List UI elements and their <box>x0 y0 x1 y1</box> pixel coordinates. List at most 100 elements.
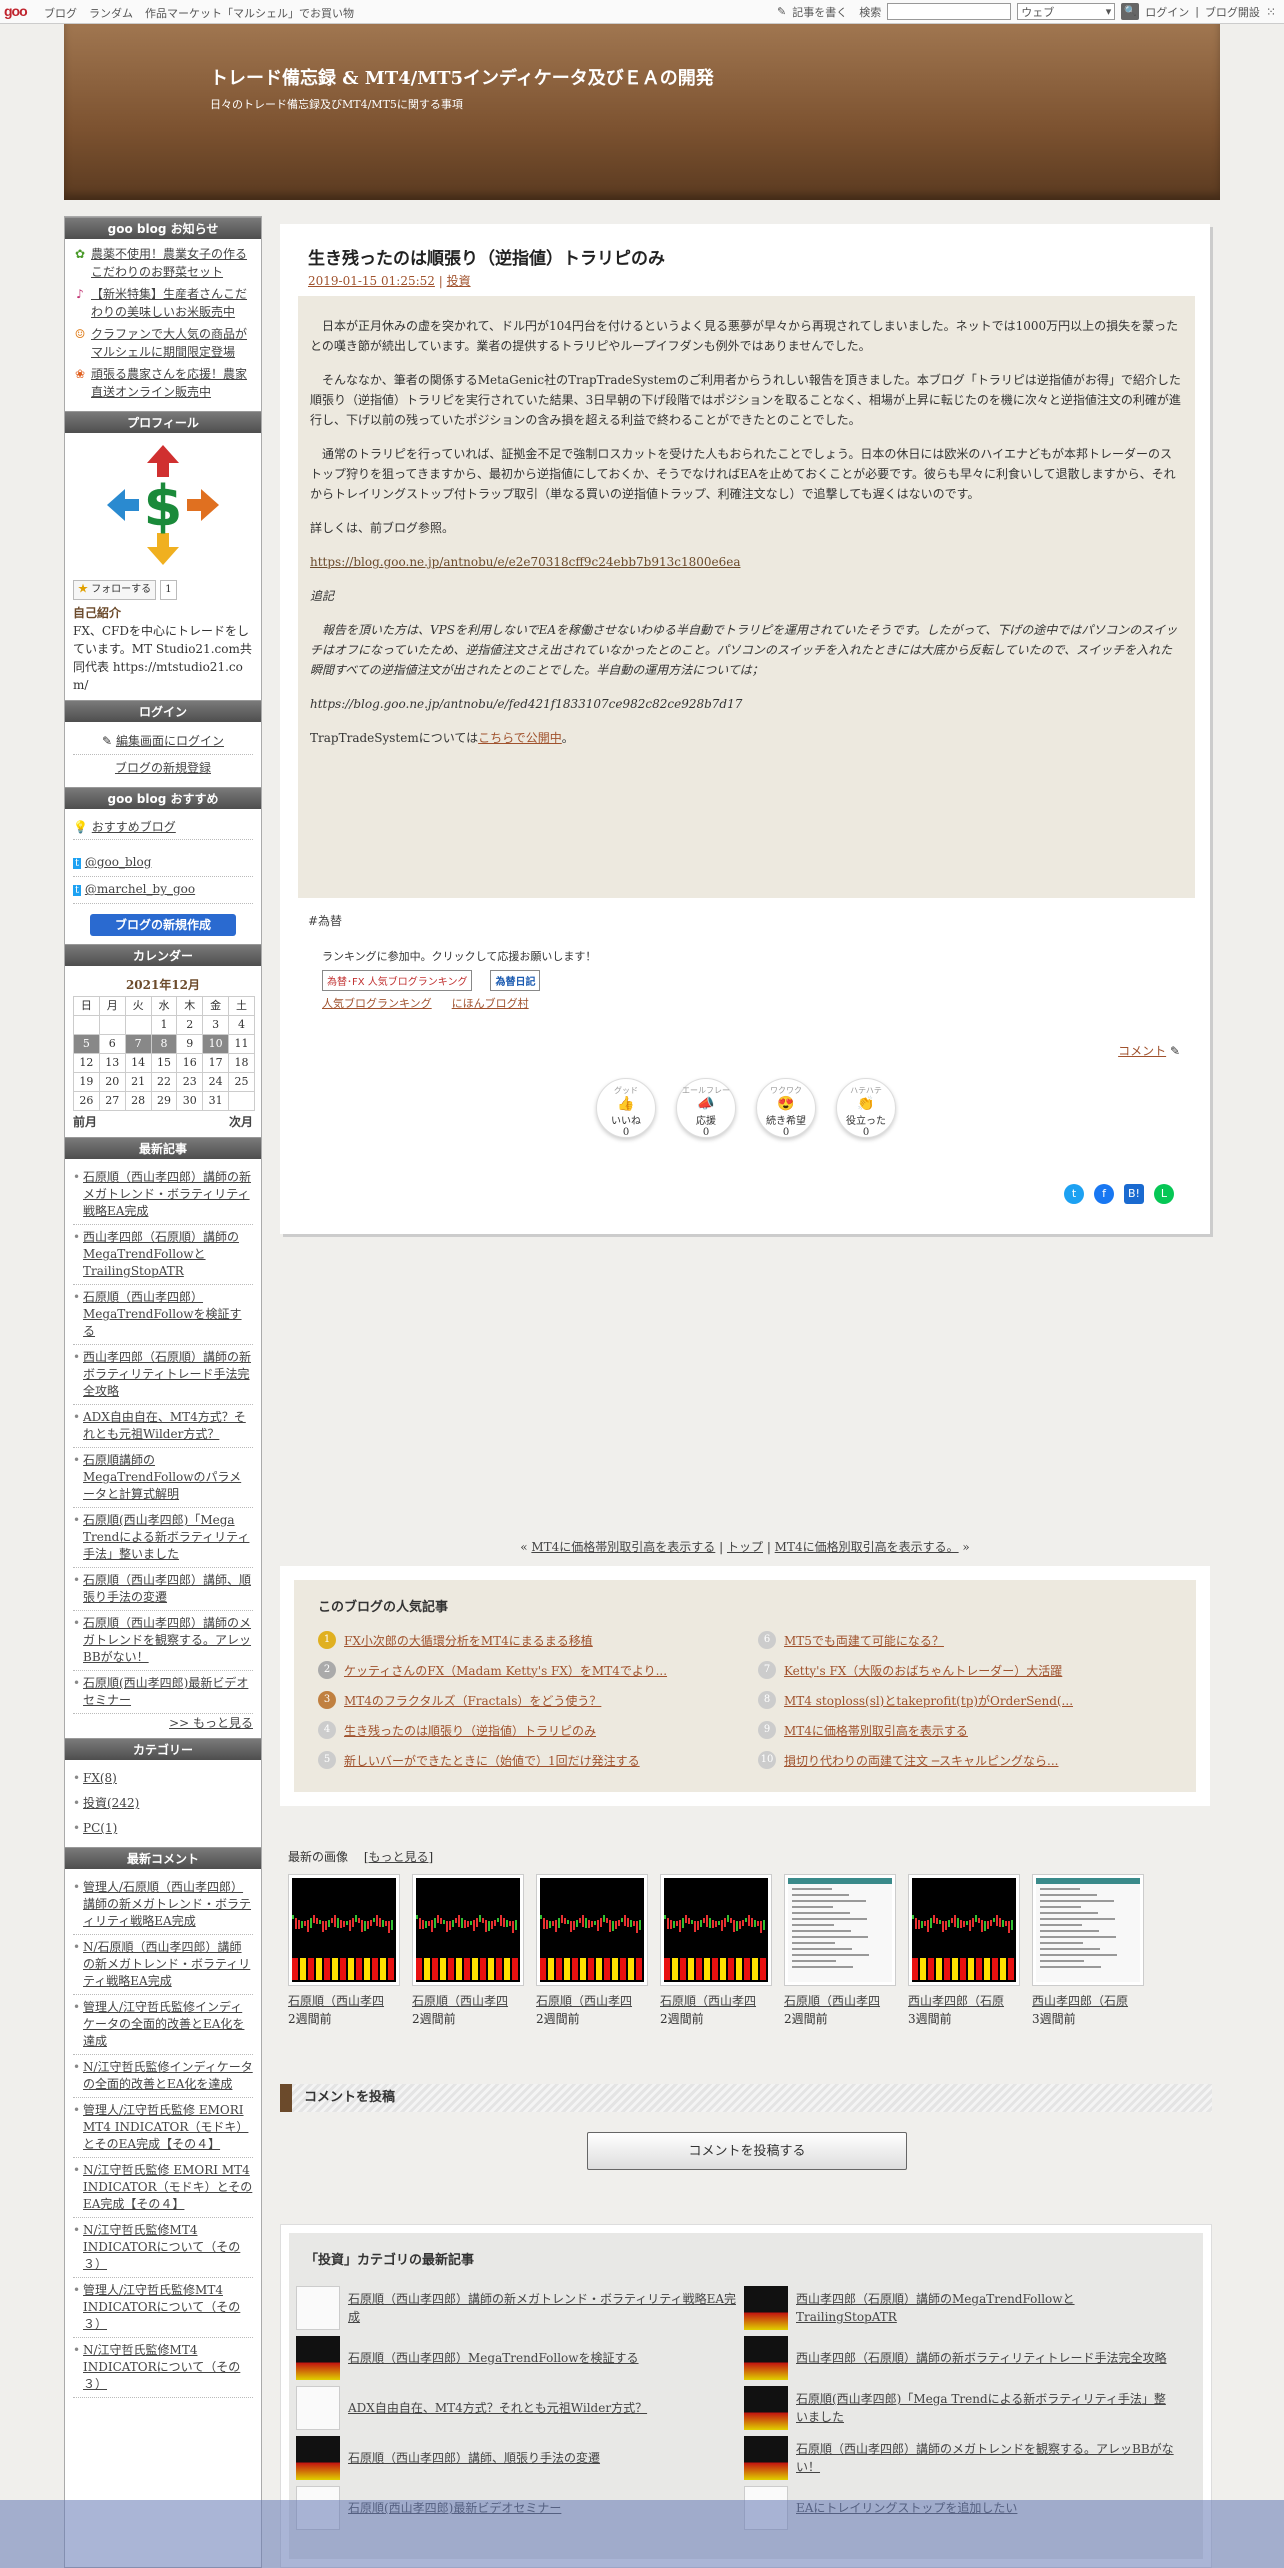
calendar-day-link[interactable]: 8 <box>150 1034 178 1054</box>
more-recent-link[interactable]: >> もっと見る <box>169 1716 253 1730</box>
image-caption-link[interactable]: 西山孝四郎（石原 <box>1032 1994 1128 2008</box>
twitter-share-icon[interactable]: t <box>1064 1184 1084 1204</box>
notice-link[interactable]: 頑張る農家さんを応援！農家直送オンライン販売中 <box>91 365 253 401</box>
reaction-cheer-button[interactable]: エールフレー 📣 応援 0 <box>676 1078 736 1138</box>
image-thumbnail[interactable] <box>1032 1874 1144 1986</box>
category-article-item[interactable]: 石原順（西山孝四郎）講師のメガトレンドを観察する。アレッBBがない！ <box>744 2436 1174 2480</box>
twitter-marchel-link[interactable]: @marchel_by_goo <box>85 882 195 896</box>
image-caption-link[interactable]: 石原順（西山孝四 <box>660 1994 756 2008</box>
notice-link[interactable]: 【新米特集】生産者さんこだわりの美味しいお米販売中 <box>91 285 253 321</box>
popular-link[interactable]: ケッティさんのFX（Madam Ketty's FX）をMT4でより... <box>344 1662 667 1679</box>
popular-link[interactable]: 損切り代わりの両建て注文 ─スキャルピングなら... <box>784 1752 1058 1769</box>
popular-link[interactable]: MT4 stoploss(sl)とtakeprofit(tp)がOrderSen… <box>784 1692 1073 1709</box>
popular-link[interactable]: MT5でも両建て可能になる？ <box>784 1632 944 1649</box>
popular-link[interactable]: MT4に価格帯別取引高を表示する <box>784 1722 968 1739</box>
category-article-item[interactable]: 石原順（西山孝四郎）MegaTrendFollowを検証する <box>296 2336 736 2380</box>
nav-marchel[interactable]: 作品マーケット「マルシェル」でお買い物 <box>145 5 354 21</box>
image-thumbnail[interactable] <box>536 1874 648 1986</box>
recent-link[interactable]: 石原順（西山孝四郎）講師のメガトレンドを観察する。アレッBBがない！ <box>83 1616 251 1664</box>
category-article-link[interactable]: 石原順（西山孝四郎）MegaTrendFollowを検証する <box>348 2349 639 2367</box>
recent-link[interactable]: 西山孝四郎（石原順）講師のMegaTrendFollowとTrailingSto… <box>83 1230 239 1278</box>
recent-link[interactable]: 石原順講師のMegaTrendFollowのパラメータと計算式解明 <box>83 1453 241 1501</box>
images-more-link[interactable]: もっと見る <box>369 1850 429 1864</box>
recent-link[interactable]: 石原順(西山孝四郎)「Mega Trendによる新ボラティリティ手法」整いました <box>83 1513 249 1561</box>
popular-link[interactable]: FX小次郎の大循環分析をMT4にまるまる移植 <box>344 1632 593 1649</box>
category-article-item[interactable]: 西山孝四郎（石原順）講師の新ボラティリティトレード手法完全攻略 <box>744 2336 1174 2380</box>
popular-link[interactable]: Ketty's FX（大阪のおばちゃんトレーダー）大活躍 <box>784 1662 1062 1679</box>
article-date[interactable]: 2019-01-15 01:25:52 <box>308 274 435 288</box>
comment-link[interactable]: N/石原順（西山孝四郎）講師の新メガトレンド・ボラティリティ戦略EA完成 <box>83 1940 250 1988</box>
hashtag-link[interactable]: #為替 <box>308 914 342 928</box>
image-thumbnail[interactable] <box>288 1874 400 1986</box>
reference-link[interactable]: https://blog.goo.ne.jp/antnobu/e/e2e7031… <box>310 555 740 569</box>
nav-random[interactable]: ランダム <box>89 5 133 21</box>
image-thumbnail[interactable] <box>660 1874 772 1986</box>
image-thumbnail[interactable] <box>908 1874 1020 1986</box>
reaction-like-button[interactable]: グッド 👍 いいね 0 <box>596 1078 656 1138</box>
nav-blog[interactable]: ブログ <box>44 5 77 21</box>
recommend-link[interactable]: おすすめブログ <box>92 820 176 834</box>
reaction-more-button[interactable]: ワクワク 😍 続き希望 0 <box>756 1078 816 1138</box>
category-link[interactable]: PC(1) <box>83 1821 117 1835</box>
category-article-item[interactable]: 石原順（西山孝四郎）講師の新メガトレンド・ボラティリティ戦略EA完成 <box>296 2286 736 2330</box>
image-caption-link[interactable]: 石原順（西山孝四 <box>536 1994 632 2008</box>
top-link[interactable]: トップ <box>727 1540 763 1554</box>
comment-link[interactable]: 管理人/石原順（西山孝四郎）講師の新メガトレンド・ボラティリティ戦略EA完成 <box>83 1880 251 1928</box>
hatena-share-icon[interactable]: B! <box>1124 1184 1144 1204</box>
ranking-badge-fx[interactable]: 為替･FX 人気ブログランキング <box>322 970 473 991</box>
calendar-day-link[interactable]: 7 <box>124 1034 152 1054</box>
category-article-link[interactable]: 西山孝四郎（石原順）講師のMegaTrendFollowとTrailingSto… <box>796 2290 1174 2326</box>
search-scope-select[interactable]: ウェブ ▾ <box>1017 3 1116 20</box>
create-blog-button[interactable]: ブログの新規作成 <box>90 914 236 936</box>
image-thumbnail[interactable] <box>784 1874 896 1986</box>
goo-logo[interactable]: goo <box>4 3 28 19</box>
recent-link[interactable]: 石原順（西山孝四郎）講師の新メガトレンド・ボラティリティ戦略EA完成 <box>83 1170 251 1218</box>
traptrade-link[interactable]: こちらで公開中 <box>478 731 562 745</box>
reaction-useful-button[interactable]: ハテハテ 👏 役立った 0 <box>836 1078 896 1138</box>
comment-link[interactable]: N/江守哲氏監修インディケータの全面的改善とEA化を達成 <box>83 2060 253 2091</box>
comment-link[interactable]: N/江守哲氏監修MT4 INDICATORについて（その３） <box>83 2223 240 2271</box>
blog-title[interactable]: トレード備忘録 & MT4/MT5インディケータ及びＥＡの開発 <box>210 64 714 90</box>
image-caption-link[interactable]: 西山孝四郎（石原 <box>908 1994 1004 2008</box>
category-article-item[interactable]: 石原順（西山孝四郎）講師、順張り手法の変遷 <box>296 2436 736 2480</box>
category-article-link[interactable]: 石原順（西山孝四郎）講師のメガトレンドを観察する。アレッBBがない！ <box>796 2440 1174 2476</box>
comment-link[interactable]: 管理人/江守哲氏監修MT4 INDICATORについて（その３） <box>83 2283 240 2331</box>
calendar-day-link[interactable]: 5 <box>73 1034 100 1054</box>
next-month-link[interactable]: 次月 <box>229 1113 253 1131</box>
category-article-link[interactable]: 石原順（西山孝四郎）講師の新メガトレンド・ボラティリティ戦略EA完成 <box>348 2290 736 2326</box>
prev-month-link[interactable]: 前月 <box>73 1113 97 1131</box>
search-input[interactable] <box>887 3 1012 20</box>
popular-link[interactable]: 新しいバーができたときに（始値で）1回だけ発注する <box>344 1752 640 1769</box>
prev-article-link[interactable]: MT4に価格帯別取引高を表示する <box>531 1540 715 1554</box>
twitter-goo-link[interactable]: @goo_blog <box>85 855 152 869</box>
category-article-link[interactable]: 石原順（西山孝四郎）講師、順張り手法の変遷 <box>348 2449 600 2467</box>
apps-grid-icon[interactable]: ⁙ <box>1266 5 1276 19</box>
article-category-link[interactable]: 投資 <box>447 274 471 288</box>
category-article-item[interactable]: ADX自由自在、MT4方式？それとも元祖Wilder方式？ <box>296 2386 736 2430</box>
category-article-link[interactable]: ADX自由自在、MT4方式？それとも元祖Wilder方式？ <box>348 2399 647 2417</box>
notice-link[interactable]: クラファンで大人気の商品がマルシェルに期間限定登場 <box>91 325 253 361</box>
register-link[interactable]: ブログの新規登録 <box>115 761 211 775</box>
popular-link[interactable]: MT4のフラクタルズ（Fractals）をどう使う？ <box>344 1692 601 1709</box>
ranking-link[interactable]: にほんブログ村 <box>452 997 529 1010</box>
recent-link[interactable]: 西山孝四郎（石原順）講師の新ボラティリティトレード手法完全攻略 <box>83 1350 251 1398</box>
notice-link[interactable]: 農薬不使用！農業女子の作るこだわりのお野菜セット <box>91 245 253 281</box>
category-link[interactable]: 投資(242) <box>83 1796 139 1810</box>
image-caption-link[interactable]: 石原順（西山孝四 <box>412 1994 508 2008</box>
recent-link[interactable]: 石原順（西山孝四郎）講師、順張り手法の変遷 <box>83 1573 251 1604</box>
image-caption-link[interactable]: 石原順（西山孝四 <box>288 1994 384 2008</box>
next-article-link[interactable]: MT4に価格別取引高を表示する。 <box>775 1540 959 1554</box>
popular-link[interactable]: 生き残ったのは順張り（逆指値）トラリピのみ <box>344 1722 596 1739</box>
category-link[interactable]: FX(8) <box>83 1771 117 1785</box>
comment-link[interactable]: コメント <box>1118 1044 1166 1058</box>
image-thumbnail[interactable] <box>412 1874 524 1986</box>
ranking-link[interactable]: 人気ブログランキング <box>322 997 432 1010</box>
category-article-link[interactable]: 西山孝四郎（石原順）講師の新ボラティリティトレード手法完全攻略 <box>796 2349 1167 2367</box>
edit-login-link[interactable]: 編集画面にログイン <box>116 734 224 748</box>
category-article-item[interactable]: 石原順(西山孝四郎)「Mega Trendによる新ボラティリティ手法」整いました <box>744 2386 1174 2430</box>
follow-button[interactable]: ★ フォローする <box>73 580 157 600</box>
recent-link[interactable]: 石原順(西山孝四郎)最新ビデオセミナー <box>83 1676 248 1707</box>
category-article-link[interactable]: 石原順(西山孝四郎)「Mega Trendによる新ボラティリティ手法」整いました <box>796 2390 1174 2426</box>
recent-link[interactable]: ADX自由自在、MT4方式？それとも元祖Wilder方式？ <box>83 1410 246 1441</box>
login-link[interactable]: ログイン <box>1145 4 1189 20</box>
